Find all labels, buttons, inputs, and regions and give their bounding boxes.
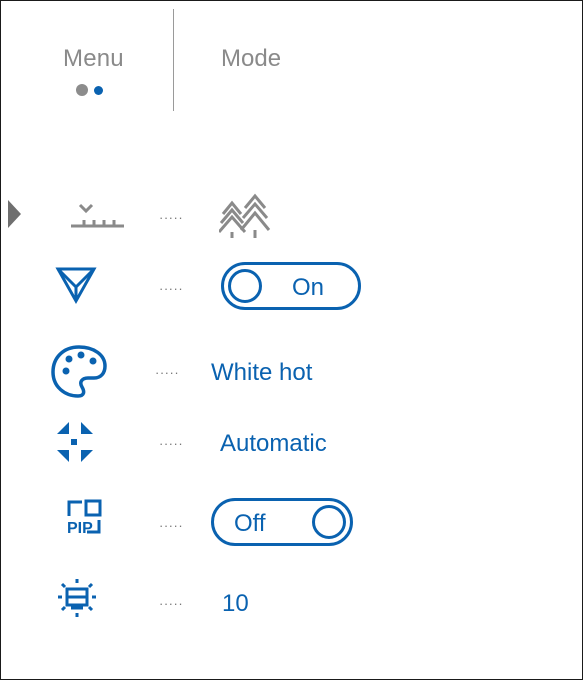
tab-divider <box>173 9 174 111</box>
row-leader-dots: ····· <box>159 596 184 611</box>
row-leader-dots: ····· <box>159 518 184 533</box>
forest-icon <box>217 192 279 242</box>
menu-row-observation-mode[interactable]: ····· <box>1 188 582 248</box>
menu-row-filter[interactable]: ····· On <box>1 259 582 319</box>
page-dot-active <box>94 86 103 95</box>
row-leader-dots: ····· <box>159 436 184 451</box>
toggle-knob <box>312 505 346 539</box>
pip-toggle[interactable]: Off <box>211 498 353 546</box>
calibration-arrows-icon <box>51 414 131 474</box>
calibration-value: Automatic <box>220 430 327 457</box>
menu-row-color-palette[interactable]: ····· White hot <box>1 343 582 403</box>
row-leader-dots: ····· <box>159 281 184 296</box>
svg-text:PIP: PIP <box>67 520 93 537</box>
pip-icon: PIP <box>51 496 131 556</box>
row-leader-dots: ····· <box>159 210 184 225</box>
tab-mode[interactable]: Mode <box>221 45 281 73</box>
menu-row-display-brightness[interactable]: ····· 10 <box>1 574 582 634</box>
palette-icon <box>51 343 131 403</box>
menu-row-calibration[interactable]: ····· Automatic <box>1 414 582 474</box>
toggle-label: On <box>292 274 325 301</box>
row-leader-dots: ····· <box>155 365 180 380</box>
page-indicator <box>76 84 136 98</box>
tab-mode-label: Mode <box>221 45 282 72</box>
page-dot-inactive <box>76 84 88 96</box>
device-menu-screen: Menu Mode ····· ····· On ····· White hot… <box>0 0 583 680</box>
filter-icon <box>51 259 131 319</box>
menu-row-pip[interactable]: PIP ····· Off <box>1 496 582 556</box>
display-brightness-icon <box>51 574 131 634</box>
tab-menu-label: Menu <box>63 45 124 72</box>
filter-toggle[interactable]: On <box>221 262 361 310</box>
toggle-label: Off <box>234 510 266 537</box>
landscape-mode-icon <box>51 188 131 248</box>
tab-menu[interactable]: Menu <box>63 45 143 73</box>
palette-value: White hot <box>211 359 313 386</box>
toggle-knob <box>228 269 262 303</box>
brightness-value: 10 <box>222 590 249 617</box>
